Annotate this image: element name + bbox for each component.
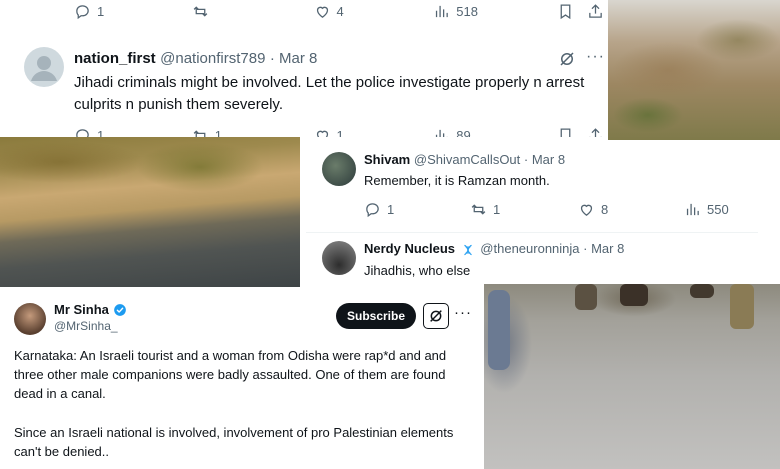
photo-figure — [730, 284, 754, 329]
subscribe-button[interactable]: Subscribe — [336, 303, 416, 329]
more-icon: ··· — [586, 48, 605, 65]
tweet-date[interactable]: · Mar 8 — [270, 50, 318, 67]
views-count: 518 — [456, 4, 478, 19]
views-icon — [436, 5, 449, 18]
photo-figure — [488, 290, 510, 370]
photo-figure — [690, 284, 714, 298]
avatar[interactable] — [14, 303, 46, 335]
more-icon: ··· — [454, 304, 472, 321]
views-button[interactable]: 550 — [684, 201, 729, 218]
divider — [306, 232, 758, 233]
like-icon — [316, 130, 328, 137]
views-count: 550 — [707, 202, 729, 217]
tweet-date[interactable]: · Mar 8 — [524, 152, 565, 167]
share-button[interactable] — [587, 127, 604, 137]
tweet-text: Jihadhis, who else — [364, 263, 471, 278]
views-count: 89 — [456, 128, 471, 137]
repost-button[interactable]: 1 — [470, 201, 578, 218]
reply-button[interactable]: 1 — [74, 3, 192, 20]
avatar[interactable] — [322, 152, 356, 186]
like-icon — [580, 204, 593, 216]
tweet-card-nation-first: 1 4 518 nation_first @nationfirst789 · M… — [8, 0, 608, 137]
photo-figure — [575, 284, 597, 310]
grok-icon — [560, 52, 574, 66]
more-button[interactable]: ··· — [586, 48, 605, 66]
bookmark-icon — [560, 4, 571, 20]
repost-icon — [193, 130, 206, 137]
user-name[interactable]: Nerdy Nucleus — [364, 241, 455, 256]
bookmark-icon — [560, 128, 571, 137]
grok-icon — [430, 310, 442, 322]
like-button[interactable]: 8 — [578, 201, 684, 218]
dna-icon — [463, 244, 472, 255]
bookmark-button[interactable] — [557, 3, 587, 20]
grok-button[interactable] — [423, 303, 449, 329]
more-button[interactable]: ··· — [454, 304, 472, 321]
tweet-actions-top: 1 4 518 — [74, 3, 604, 20]
tweet-date[interactable]: · Mar 8 — [583, 241, 624, 256]
user-name[interactable]: Shivam — [364, 152, 410, 167]
share-icon — [589, 4, 602, 18]
repost-icon — [471, 204, 486, 215]
user-handle[interactable]: @ShivamCallsOut — [414, 152, 520, 167]
avatar[interactable] — [24, 47, 64, 87]
bookmark-button[interactable] — [557, 127, 587, 137]
tweet-actions: 1 1 8 550 — [364, 201, 744, 218]
reply-count: 1 — [97, 128, 105, 137]
default-avatar-icon — [31, 56, 57, 81]
views-icon — [436, 129, 449, 137]
like-count: 1 — [336, 128, 344, 137]
reply-count: 1 — [97, 4, 105, 19]
views-icon — [686, 203, 699, 216]
user-name[interactable]: nation_first — [74, 50, 156, 67]
reply-button[interactable]: 1 — [74, 127, 192, 137]
tweet-text: Remember, it is Ramzan month. — [364, 173, 550, 188]
repost-button[interactable]: 1 — [192, 127, 314, 137]
repost-button[interactable] — [192, 3, 314, 20]
reply-count: 1 — [387, 202, 395, 217]
like-button[interactable]: 1 — [314, 127, 434, 137]
repost-icon — [193, 6, 208, 17]
tweet-header: Shivam @ShivamCallsOut · Mar 8 — [364, 152, 565, 167]
photo-figure — [620, 284, 648, 306]
views-button[interactable]: 518 — [433, 3, 557, 20]
user-handle[interactable]: @MrSinha_ — [54, 319, 118, 333]
repost-count: 1 — [493, 202, 501, 217]
repost-count: 1 — [214, 128, 222, 137]
photo-canal — [0, 137, 300, 287]
tweet-text-paragraph-2: Since an Israeli national is involved, i… — [14, 425, 454, 459]
like-count: 4 — [336, 4, 344, 19]
tweet-card-mr-sinha: Mr Sinha @MrSinha_ Subscribe ··· Karnata… — [0, 287, 482, 469]
user-name[interactable]: Mr Sinha — [54, 302, 109, 317]
tweet-text: Jihadi criminals might be involved. Let … — [74, 74, 585, 113]
like-count: 8 — [601, 202, 609, 217]
avatar[interactable] — [322, 241, 356, 275]
share-icon — [589, 128, 602, 137]
photo-hillside — [608, 0, 780, 140]
verified-badge-icon — [114, 303, 126, 316]
tweet-card-replies: Shivam @ShivamCallsOut · Mar 8 Remember,… — [306, 140, 758, 282]
reply-icon — [76, 129, 89, 137]
tweet-actions: 1 1 1 89 — [74, 127, 604, 137]
views-button[interactable]: 89 — [433, 127, 557, 137]
tweet-text: Karnataka: An Israeli tourist and a woma… — [14, 348, 447, 401]
grok-button[interactable] — [558, 50, 576, 73]
reply-icon — [366, 203, 379, 218]
like-button[interactable]: 4 — [314, 3, 434, 20]
user-handle[interactable]: @nationfirst789 — [160, 50, 265, 67]
reply-icon — [76, 5, 89, 20]
tweet-header: Nerdy Nucleus @theneuronninja · Mar 8 — [364, 241, 624, 257]
tweet-header: nation_first @nationfirst789 · Mar 8 — [74, 50, 317, 68]
tweet-header: Mr Sinha — [54, 302, 127, 317]
reply-button[interactable]: 1 — [364, 201, 470, 218]
share-button[interactable] — [587, 3, 604, 20]
like-icon — [316, 6, 328, 18]
user-handle[interactable]: @theneuronninja — [480, 241, 579, 256]
